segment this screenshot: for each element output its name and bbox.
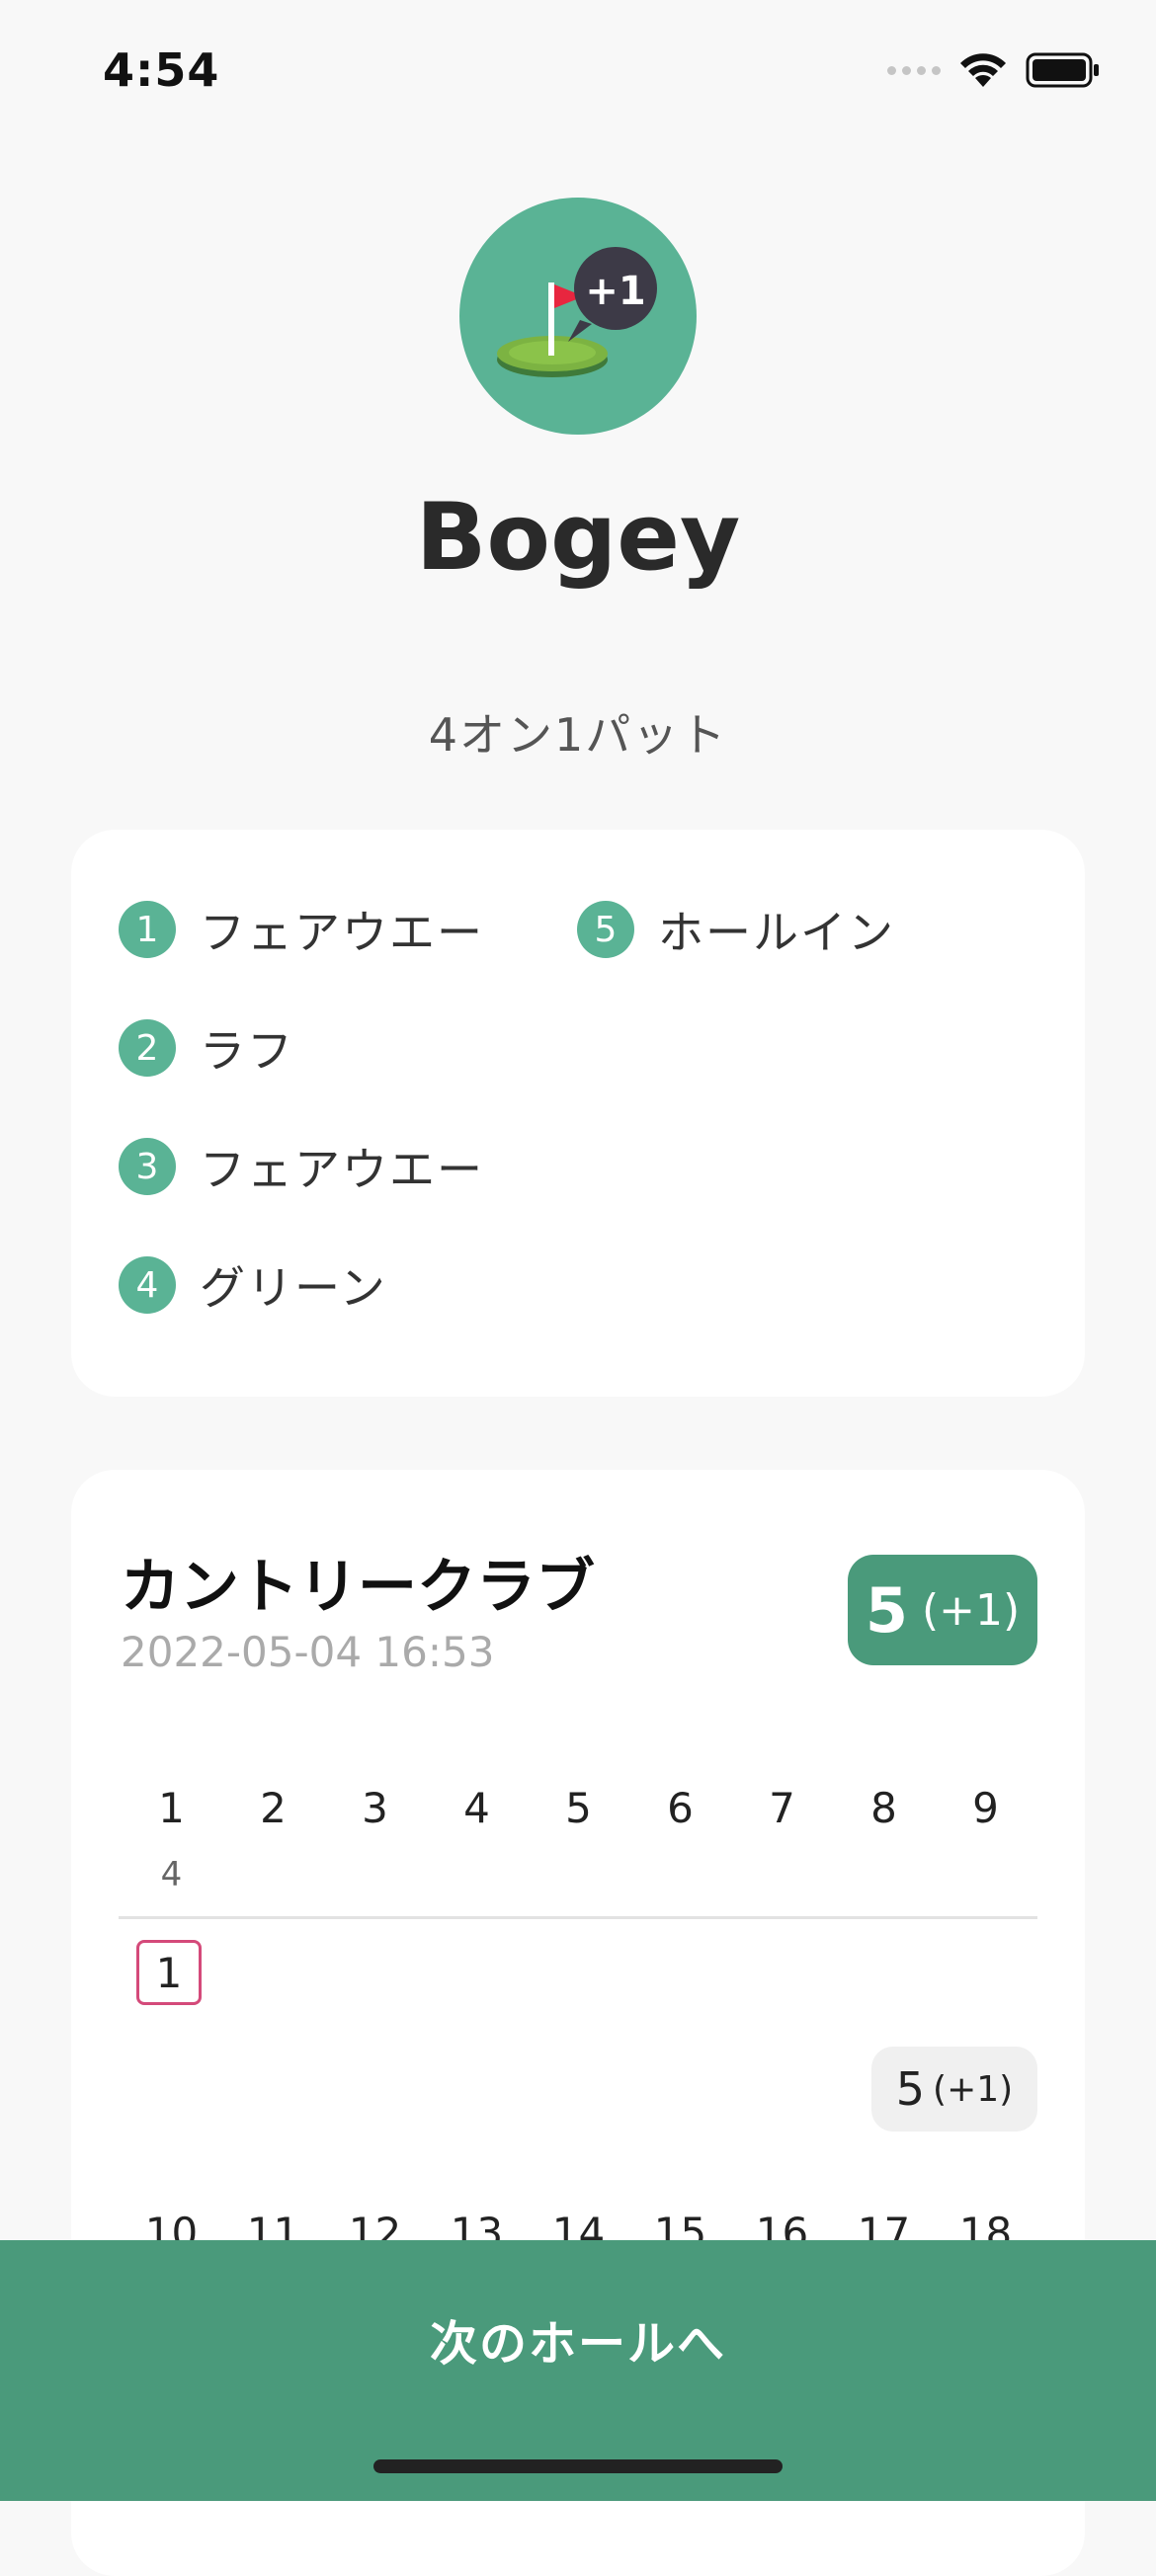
status-bar: 4:54 [0,0,1156,148]
hole-number: 4 [463,1784,490,1832]
battery-icon [1026,52,1099,88]
status-time: 4:54 [103,43,220,97]
next-hole-button[interactable]: 次のホールへ [0,2240,1156,2438]
badge-plus-one: +1 [585,269,645,314]
hole-number: 1 [158,1784,185,1832]
cellular-signal-icon [887,65,941,75]
hole-number: 2 [260,1784,287,1832]
shot-number: 3 [119,1138,176,1195]
hole-number: 9 [972,1784,999,1832]
shot-item: 2 ラフ [119,1015,294,1081]
result-title: Bogey [415,484,741,592]
shot-list-card: 1 フェアウエー 2 ラフ 3 フェアウエー 4 グリーン 5 ホールイン [71,830,1085,1397]
shot-item: 3 フェアウエー [119,1134,484,1199]
total-strokes: 5 [865,1573,908,1647]
front-nine-total: 5 [895,2062,926,2116]
hole-putts-box: 1 [136,1940,202,2005]
shot-number: 2 [119,1019,176,1077]
total-diff: (+1) [921,1584,1021,1636]
front-nine-total-pill: 5 (+1) [871,2047,1037,2132]
course-name: カントリークラブ [121,1553,595,1622]
wifi-icon [960,53,1006,87]
status-icons [887,51,1101,89]
shot-number: 5 [577,901,634,958]
front-nine-par-row: 4 [121,1855,1037,1894]
bogey-result-icon: +1 [459,198,697,435]
shot-item: 4 グリーン [119,1252,387,1318]
shot-label: グリーン [200,1261,387,1315]
shot-item: 1 フェアウエー [119,897,484,962]
front-nine-diff: (+1) [933,2068,1014,2110]
scorecard-divider [119,1916,1037,1919]
shot-label: ホールイン [658,906,895,959]
front-nine-hole-numbers: 1 2 3 4 5 6 7 8 9 [121,1784,1037,1832]
hole-number: 8 [870,1784,897,1832]
home-indicator[interactable] [373,2459,783,2473]
hole-number: 6 [667,1784,694,1832]
hole-number: 7 [769,1784,795,1832]
shot-label: ラフ [200,1024,294,1078]
hole-number: 3 [362,1784,388,1832]
hole-par: 4 [160,1855,183,1894]
total-score-badge: 5 (+1) [848,1555,1037,1665]
shot-number: 1 [119,901,176,958]
shot-label: フェアウエー [200,906,484,959]
shot-number: 4 [119,1256,176,1314]
result-summary: 4オン1パット [428,708,728,762]
shot-item: 5 ホールイン [577,897,895,962]
hole-number: 5 [565,1784,592,1832]
round-date: 2022-05-04 16:53 [121,1628,495,1676]
shot-label: フェアウエー [200,1143,484,1196]
